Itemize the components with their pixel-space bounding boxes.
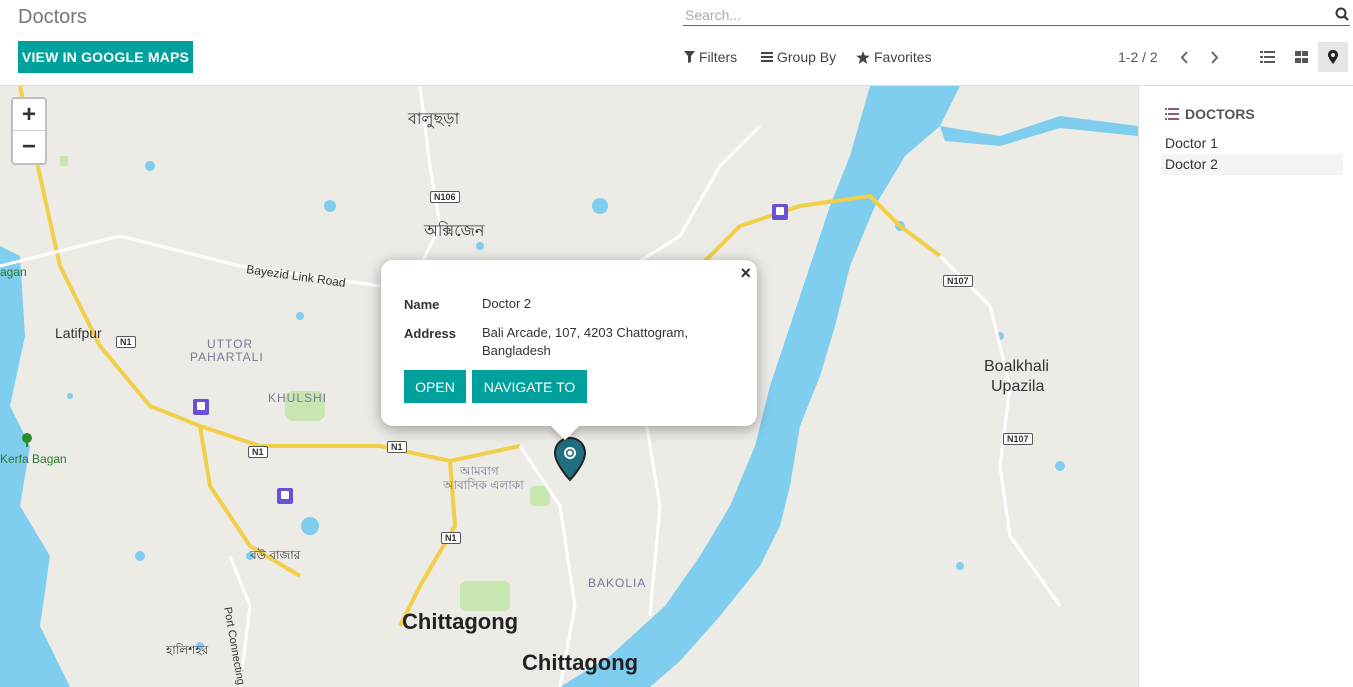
- navigate-to-button[interactable]: NAVIGATE TO: [472, 370, 587, 403]
- filter-icon: [684, 51, 695, 63]
- road-shield: N107: [943, 275, 973, 287]
- map-marker-icon: [1328, 50, 1338, 64]
- sidebar-title: DOCTORS: [1165, 106, 1255, 122]
- search-icon[interactable]: [1335, 7, 1349, 21]
- map-label: PAHARTALI: [190, 350, 264, 364]
- map-view-button[interactable]: [1318, 42, 1348, 72]
- popup-address-value: Bali Arcade, 107, 4203 Chattogram, Bangl…: [482, 325, 688, 358]
- sidebar-item-doctor-2[interactable]: Doctor 2: [1161, 154, 1343, 175]
- map-label: Chittagong: [402, 609, 519, 634]
- zoom-in-button[interactable]: +: [13, 99, 45, 131]
- search-bar: [683, 4, 1353, 28]
- chevron-left-icon: [1180, 50, 1188, 64]
- list-view-button[interactable]: [1252, 42, 1282, 72]
- search-input[interactable]: [683, 4, 1350, 26]
- park-icon: [22, 433, 32, 447]
- favorites-label: Favorites: [874, 49, 932, 65]
- sidebar-title-label: DOCTORS: [1185, 106, 1255, 122]
- road-shield: N106: [430, 191, 460, 203]
- list-icon: [1259, 51, 1275, 63]
- map-label: Latifpur: [55, 325, 102, 341]
- road-shield: N1: [387, 441, 407, 453]
- train-station-icon: [277, 488, 293, 504]
- zoom-out-button[interactable]: −: [13, 131, 45, 163]
- open-button[interactable]: OPEN: [404, 370, 466, 403]
- sidebar-item-doctor-1[interactable]: Doctor 1: [1161, 133, 1343, 154]
- popup-address-label: Address: [404, 326, 457, 341]
- map-label: Chittagong: [522, 650, 639, 675]
- map-marker-pin-icon[interactable]: [553, 436, 587, 482]
- group-by-button[interactable]: Group By: [761, 49, 836, 65]
- marker-popup: × Name Doctor 2 Address Bali Arcade, 107…: [381, 260, 757, 441]
- group-by-label: Group By: [777, 49, 837, 65]
- kanban-icon: [1294, 51, 1308, 63]
- road-shield: N1: [248, 446, 268, 458]
- train-station-icon: [193, 399, 209, 415]
- popup-name-label: Name: [404, 297, 440, 312]
- favorites-button[interactable]: Favorites: [856, 49, 932, 65]
- train-station-icon: [772, 204, 788, 220]
- pager-next-button[interactable]: [1203, 46, 1227, 68]
- map-label: agan: [0, 265, 27, 279]
- close-icon[interactable]: ×: [740, 263, 751, 284]
- map-label: বউ বাজার: [250, 548, 301, 562]
- map-canvas[interactable]: বালুছড়া অক্সিজেন Bayezid Link Road Lati…: [0, 86, 1138, 687]
- popup-name-value: Doctor 2: [482, 296, 532, 311]
- map-label: অক্সিজেন: [424, 223, 485, 240]
- map-label: বালুছড়া: [408, 111, 460, 128]
- view-in-google-maps-button[interactable]: VIEW IN GOOGLE MAPS: [18, 41, 193, 73]
- map-label: হালিশহর: [166, 643, 209, 657]
- road-shield: N1: [441, 532, 461, 544]
- map-label: BAKOLIA: [588, 576, 647, 590]
- filters-button[interactable]: Filters: [684, 49, 737, 65]
- chevron-right-icon: [1211, 50, 1219, 64]
- map-label: আবাসিক এলাকা: [443, 478, 524, 492]
- kanban-view-button[interactable]: [1286, 42, 1316, 72]
- zoom-control: + −: [11, 97, 47, 165]
- list-icon: [1165, 108, 1179, 120]
- map-label: KHULSHI: [268, 391, 328, 405]
- map-label: Boalkhali: [984, 358, 1049, 375]
- control-panel: Doctors VIEW IN GOOGLE MAPS Filters Grou…: [0, 0, 1353, 86]
- breadcrumb[interactable]: Doctors: [18, 6, 87, 29]
- map-label: UTTOR: [207, 337, 254, 351]
- pager-previous-button[interactable]: [1172, 46, 1196, 68]
- records-sidebar: DOCTORS Doctor 1 Doctor 2: [1138, 86, 1353, 687]
- group-by-icon: [761, 52, 773, 62]
- road-shield: N1: [116, 336, 136, 348]
- filters-label: Filters: [699, 49, 738, 65]
- map-label: Upazila: [991, 378, 1045, 395]
- star-icon: [856, 50, 870, 64]
- pager-value[interactable]: 1-2 / 2: [1118, 49, 1158, 65]
- road-shield: N107: [1003, 433, 1033, 445]
- map-label: Kerfa Bagan: [0, 452, 67, 466]
